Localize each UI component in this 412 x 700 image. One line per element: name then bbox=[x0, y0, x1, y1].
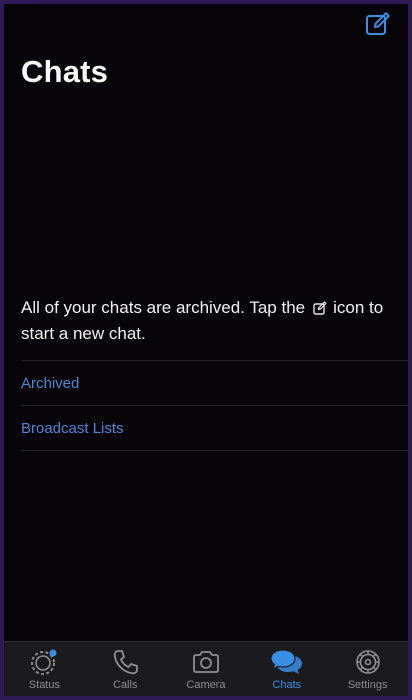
compose-icon bbox=[366, 12, 390, 35]
tab-chats[interactable]: Chats bbox=[247, 642, 327, 692]
tab-label: Settings bbox=[347, 679, 388, 691]
tab-label: Camera bbox=[186, 679, 226, 691]
tab-bar: Status Calls Camera Chats Settings bbox=[4, 641, 408, 696]
tab-label: Status bbox=[28, 679, 60, 691]
tab-calls[interactable]: Calls bbox=[85, 642, 165, 692]
divider bbox=[21, 405, 408, 406]
compose-icon bbox=[313, 298, 327, 322]
tab-camera[interactable]: Camera bbox=[166, 642, 246, 692]
phone-icon bbox=[113, 650, 139, 675]
gear-icon bbox=[355, 650, 380, 674]
archived-message: All of your chats are archived. Tap the i… bbox=[21, 296, 401, 346]
archived-message-text: All of your chats are archived. Tap the bbox=[21, 298, 306, 317]
divider bbox=[21, 360, 408, 361]
tab-label: Calls bbox=[112, 679, 138, 691]
new-chat-button[interactable] bbox=[364, 10, 392, 38]
broadcast-lists-link[interactable]: Broadcast Lists bbox=[21, 419, 124, 439]
page-title: Chats bbox=[21, 54, 109, 89]
camera-icon bbox=[193, 651, 219, 673]
tab-label: Chats bbox=[272, 679, 302, 691]
chat-bubbles-icon bbox=[270, 649, 302, 674]
tab-status[interactable]: Status bbox=[4, 642, 84, 692]
tab-settings[interactable]: Settings bbox=[328, 642, 408, 692]
divider bbox=[21, 450, 408, 451]
status-icon bbox=[31, 649, 57, 675]
archived-link[interactable]: Archived bbox=[21, 374, 79, 394]
chats-screen: Chats All of your chats are archived. Ta… bbox=[4, 4, 408, 696]
